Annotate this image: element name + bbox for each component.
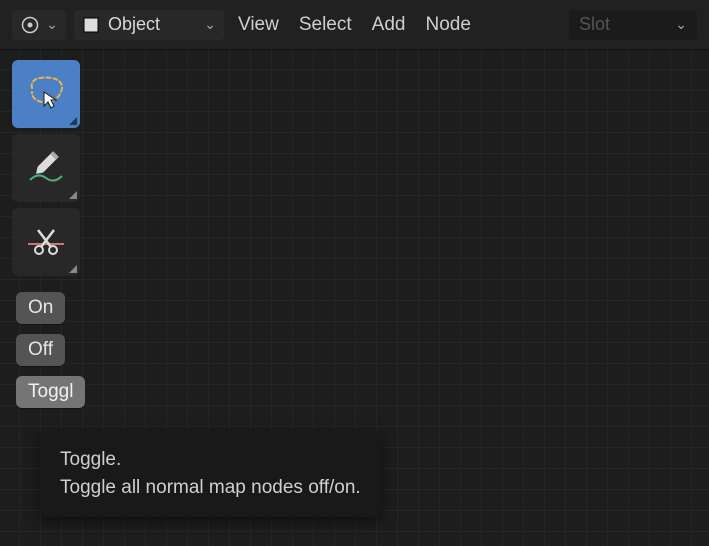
slot-label: Slot	[579, 14, 610, 35]
editor-type-dropdown[interactable]: ⌄	[12, 10, 66, 40]
chevron-down-icon: ⌄	[46, 16, 58, 33]
scissors-icon	[24, 220, 68, 264]
tooltip-title: Toggle.	[60, 446, 361, 474]
menu-view[interactable]: View	[232, 14, 285, 36]
interaction-mode-dropdown[interactable]: Object ⌄	[74, 10, 224, 40]
editor-header: ⌄ Object ⌄ View Select Add Node Slot ⌄	[0, 0, 709, 50]
menu-node[interactable]: Node	[419, 14, 476, 36]
chevron-down-icon: ⌄	[675, 16, 687, 33]
select-tool[interactable]	[12, 60, 80, 128]
annotate-tool[interactable]	[12, 134, 80, 202]
lasso-select-icon	[24, 72, 68, 116]
tool-sidebar	[12, 60, 80, 276]
off-button[interactable]: Off	[16, 334, 65, 366]
tooltip: Toggle. Toggle all normal map nodes off/…	[40, 430, 381, 517]
menu-select[interactable]: Select	[293, 14, 358, 36]
links-cut-tool[interactable]	[12, 208, 80, 276]
object-mode-icon	[82, 16, 100, 34]
pencil-annotate-icon	[24, 146, 68, 190]
node-editor-icon	[20, 15, 40, 35]
chevron-down-icon: ⌄	[204, 16, 216, 33]
tooltip-body: Toggle all normal map nodes off/on.	[60, 474, 361, 502]
operator-panel: On Off Toggl	[16, 292, 85, 408]
interaction-mode-label: Object	[108, 14, 160, 35]
slot-dropdown[interactable]: Slot ⌄	[569, 10, 697, 40]
toggle-button[interactable]: Toggl	[16, 376, 85, 408]
menu-add[interactable]: Add	[366, 14, 412, 36]
on-button[interactable]: On	[16, 292, 65, 324]
